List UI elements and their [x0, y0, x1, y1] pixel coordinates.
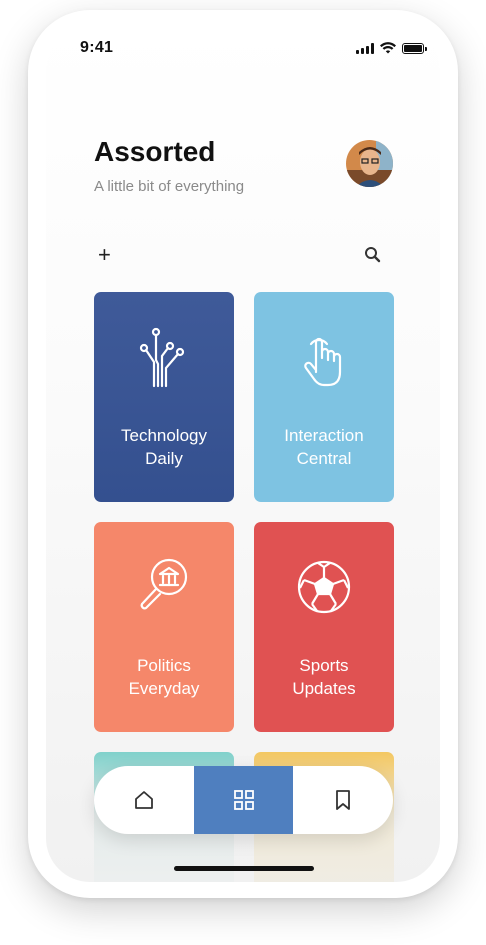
circuit-icon [139, 327, 185, 388]
wifi-icon [380, 42, 396, 54]
home-indicator [174, 866, 314, 871]
add-button[interactable]: + [98, 244, 111, 266]
status-icons [356, 42, 427, 54]
magnifier-government-icon [140, 558, 188, 610]
tab-bookmarks[interactable] [293, 766, 393, 834]
tab-bar [94, 766, 393, 834]
card-politics-everyday[interactable]: Politics Everyday [94, 522, 234, 732]
grid-icon [233, 790, 254, 810]
home-icon [134, 791, 153, 809]
card-technology-daily[interactable]: Technology Daily [94, 292, 234, 502]
card-label: Sports Updates [292, 656, 356, 698]
card-label: Interaction Central [284, 426, 364, 468]
user-avatar[interactable] [346, 140, 393, 187]
card-label: Technology Daily [120, 426, 207, 468]
search-icon [365, 247, 381, 263]
cellular-signal-icon [356, 42, 374, 54]
battery-icon [402, 42, 427, 54]
card-label: Politics Everyday [128, 656, 200, 698]
hand-pointer-icon [304, 337, 342, 387]
page-title: Assorted [94, 136, 216, 167]
status-time: 9:41 [80, 39, 114, 56]
soccer-ball-icon [297, 560, 351, 614]
card-interaction-central[interactable]: Interaction Central [254, 292, 394, 502]
app-screen: 9:41 Assorted A little bit of everything… [46, 26, 440, 882]
search-button[interactable] [362, 244, 384, 266]
card-sports-updates[interactable]: Sports Updates [254, 522, 394, 732]
bookmark-icon [336, 790, 351, 810]
plus-icon: + [98, 242, 111, 267]
page-subtitle: A little bit of everything [94, 178, 245, 195]
tab-grid[interactable] [193, 766, 294, 834]
tab-home[interactable] [94, 766, 194, 834]
